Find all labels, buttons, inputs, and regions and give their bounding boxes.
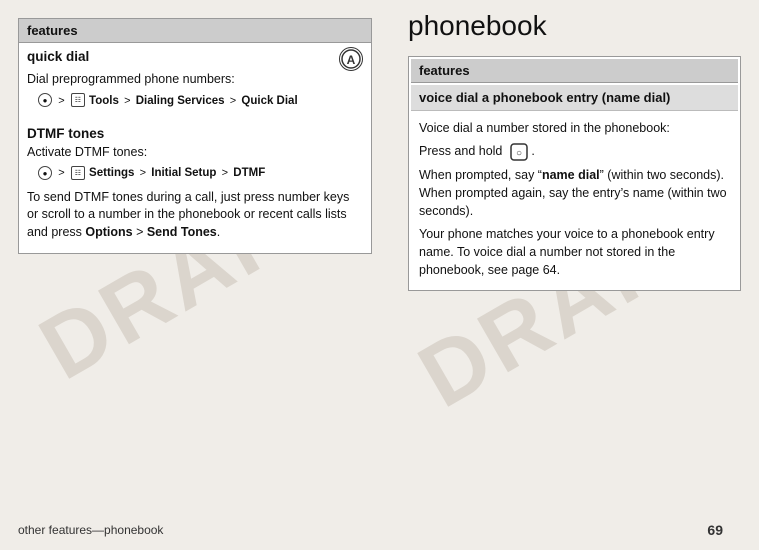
dtmf-extra-body: To send DTMF tones during a call, just p…: [27, 189, 363, 242]
quick-dial-icon: A: [339, 47, 363, 71]
nav-settings-icon: ☷: [71, 166, 85, 180]
quick-dial-section: quick dial A Dial preprogrammed phone nu…: [19, 43, 372, 120]
matches-text: Your phone matches your voice to a phone…: [419, 225, 730, 279]
page-layout: features quick dial A: [0, 0, 759, 550]
quick-dial-nav: ● > ☷ Tools > Dialing Services > Quick D…: [37, 93, 363, 110]
nav-initial-label: Initial Setup: [151, 167, 216, 179]
nav-settings-label: Settings: [89, 167, 134, 179]
nav-dtmf-label: DTMF: [233, 167, 265, 179]
nav-dot2-icon: ●: [38, 166, 52, 180]
left-table-header: features: [19, 19, 372, 43]
press-and-hold-text: Press and hold: [419, 144, 502, 158]
nav-tools-label: Tools: [89, 95, 119, 107]
dtmf-body: Activate DTMF tones:: [27, 144, 363, 162]
quick-dial-body: Dial preprogrammed phone numbers:: [27, 71, 363, 89]
nav-dialing-label: Dialing Services: [136, 95, 225, 107]
right-section-title: voice dial a phonebook entry (name dial): [411, 85, 738, 111]
name-dial-bold: name dial: [542, 168, 600, 182]
left-feature-table: features quick dial A: [18, 18, 372, 254]
left-column: features quick dial A: [0, 0, 390, 550]
options-label: Options: [85, 225, 132, 239]
quick-dial-title: quick dial: [27, 49, 89, 64]
svg-text:A: A: [347, 53, 356, 67]
prompted-text: When prompted, say “name dial” (within t…: [419, 166, 730, 220]
hold-icon: ○: [510, 144, 531, 158]
nav-quickdial-label: Quick Dial: [241, 95, 297, 107]
voice-dial-intro: Voice dial a number stored in the phoneb…: [419, 119, 730, 137]
nav-tools-icon: ☷: [71, 93, 85, 107]
right-feature-table: features voice dial a phonebook entry (n…: [408, 56, 741, 291]
right-table-header: features: [411, 59, 738, 83]
svg-text:○: ○: [516, 148, 522, 159]
right-table-body: Voice dial a number stored in the phoneb…: [411, 113, 738, 288]
nav-dot-icon: ●: [38, 93, 52, 107]
dtmf-title: DTMF tones: [27, 126, 363, 141]
press-and-hold-line: Press and hold ○ .: [419, 142, 730, 161]
send-tones-label: Send Tones: [147, 225, 217, 239]
right-column: phonebook features voice dial a phoneboo…: [390, 0, 759, 550]
dtmf-nav: ● > ☷ Settings > Initial Setup > DTMF: [37, 165, 363, 182]
page-title: phonebook: [408, 10, 741, 42]
dtmf-section: DTMF tones Activate DTMF tones: ● > ☷ Se…: [19, 120, 372, 254]
